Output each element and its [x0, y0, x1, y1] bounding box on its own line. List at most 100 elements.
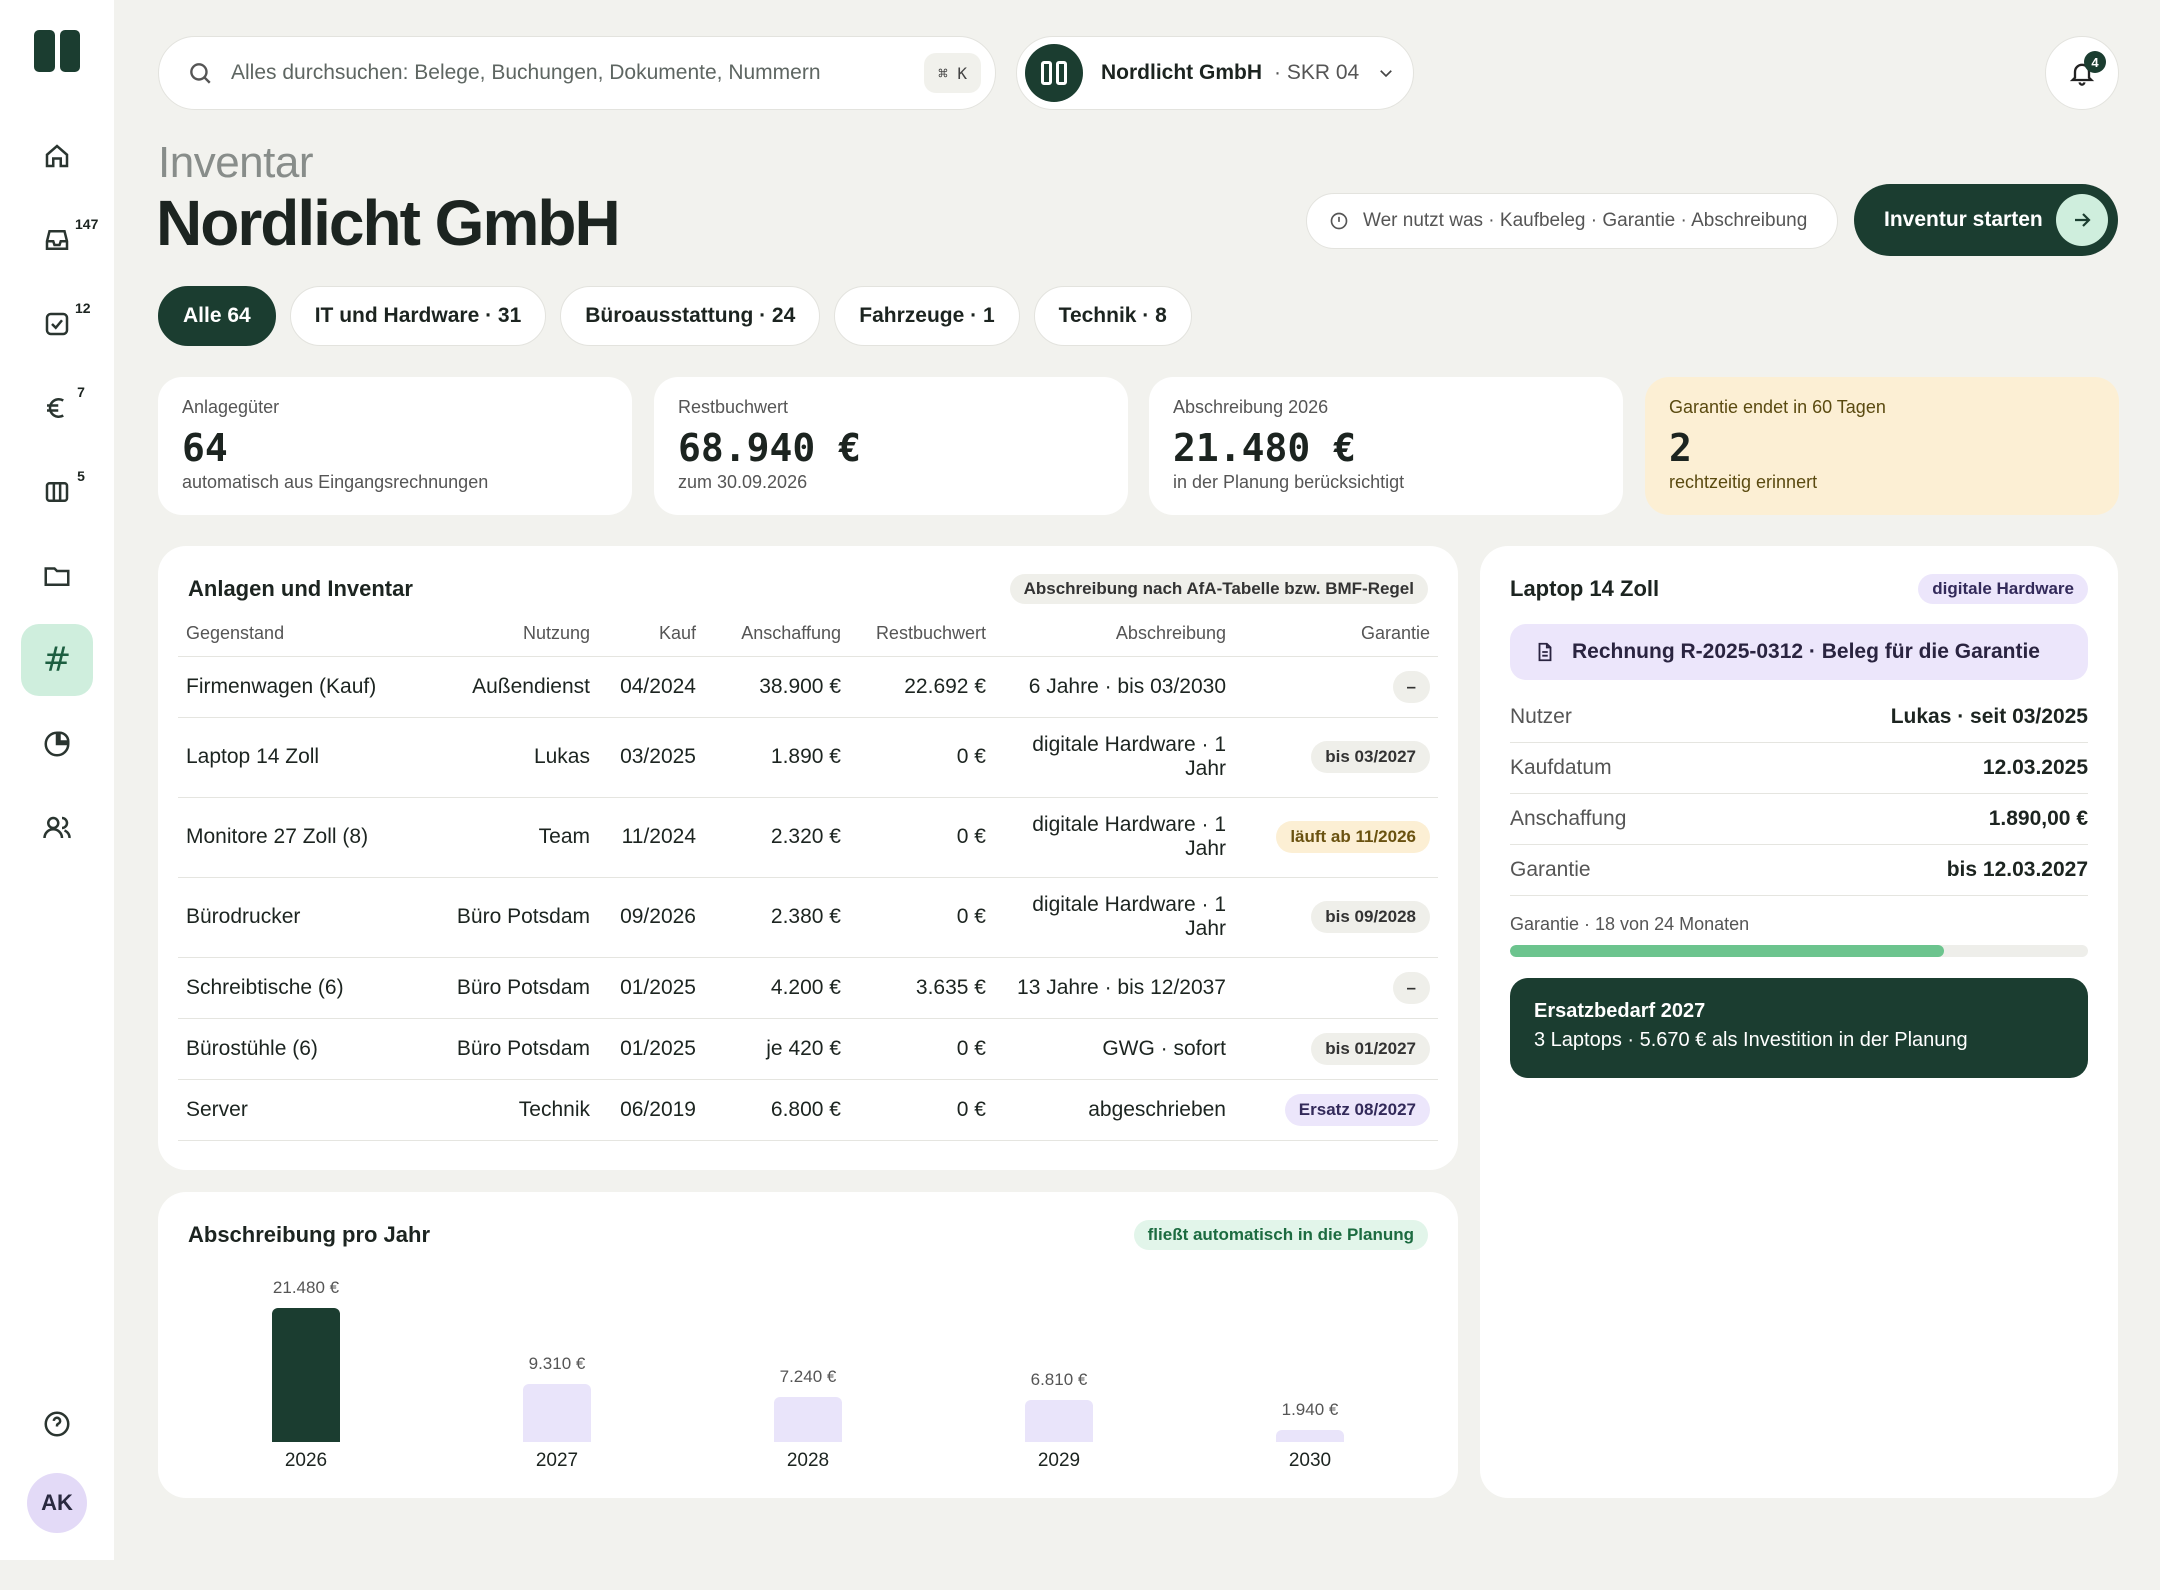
warranty-tag: – — [1392, 670, 1430, 703]
kpi-warranty[interactable]: Garantie endet in 60 Tagen 2 rechtzeitig… — [1645, 377, 2119, 515]
bar-2030[interactable] — [1276, 1430, 1344, 1442]
cell-bought: 01/2025 — [598, 1018, 704, 1080]
invoice-link[interactable]: Rechnung R-2025-0312 · Beleg für die Gar… — [1510, 624, 2088, 680]
table-row[interactable]: Firmenwagen (Kauf) Außendienst 04/2024 3… — [178, 656, 1438, 718]
col-cost[interactable]: Anschaffung — [704, 612, 849, 657]
category-badge: digitale Hardware — [1918, 574, 2088, 604]
filter-all[interactable]: Alle 64 — [158, 286, 276, 346]
bar-2026[interactable] — [272, 1308, 340, 1442]
detail-key: Nutzer — [1510, 705, 1572, 728]
col-item[interactable]: Gegenstand — [178, 612, 438, 657]
replacement-need-card[interactable]: Ersatzbedarf 2027 3 Laptops · 5.670 € al… — [1510, 978, 2088, 1078]
kpi-book-value: Restbuchwert 68.940 € zum 30.09.2026 — [654, 377, 1128, 515]
sidebar-item-inbox[interactable]: 147 — [21, 204, 105, 276]
cell-usage: Technik — [438, 1079, 598, 1141]
assets-title: Anlagen und Inventar — [188, 576, 413, 601]
bar-value-label: 9.310 € — [528, 1354, 586, 1373]
filter-technology[interactable]: Technik · 8 — [1033, 286, 1192, 346]
bar-2028[interactable] — [774, 1397, 842, 1442]
cell-item: Laptop 14 Zoll — [178, 717, 438, 798]
company-switcher[interactable]: Nordlicht GmbH · SKR 04 — [1016, 36, 1414, 110]
planning-badge: fließt automatisch in die Planung — [1133, 1220, 1428, 1250]
cell-book-value: 22.692 € — [849, 656, 994, 718]
replacement-text: 3 Laptops · 5.670 € als Investition in d… — [1534, 1029, 1968, 1051]
kpi-label: Anlagegüter — [182, 397, 280, 417]
cell-usage: Außendienst — [438, 656, 598, 718]
sidebar-item-reports[interactable] — [21, 708, 93, 780]
cell-depreciation: digitale Hardware · 1 Jahr — [994, 877, 1234, 958]
invoice-link-label: Rechnung R-2025-0312 · Beleg für die Gar… — [1572, 640, 2040, 663]
cell-warranty: bis 09/2028 — [1234, 877, 1438, 958]
col-depreciation[interactable]: Abschreibung — [994, 612, 1234, 657]
kpi-value: 2 — [1669, 426, 1692, 470]
cell-usage: Büro Potsdam — [438, 957, 598, 1019]
table-row[interactable]: Schreibtische (6) Büro Potsdam 01/2025 4… — [178, 957, 1438, 1019]
table-row[interactable]: Laptop 14 Zoll Lukas 03/2025 1.890 € 0 €… — [178, 717, 1438, 798]
cell-book-value: 0 € — [849, 1079, 994, 1141]
sidebar-item-payments[interactable]: 7 — [21, 372, 93, 444]
notifications-button[interactable]: 4 — [2045, 36, 2119, 110]
cell-bought: 06/2019 — [598, 1079, 704, 1141]
detail-value: 1.890,00 € — [1988, 807, 2088, 830]
info-icon — [1330, 212, 1348, 230]
notification-count: 4 — [2084, 51, 2106, 73]
euro-icon — [47, 398, 64, 418]
cell-book-value: 3.635 € — [849, 957, 994, 1019]
search-input[interactable]: Alles durchsuchen: Belege, Buchungen, Do… — [158, 36, 996, 110]
cell-bought: 11/2024 — [598, 797, 704, 878]
cell-usage: Team — [438, 797, 598, 878]
sidebar-item-contacts[interactable] — [21, 792, 93, 864]
tasks-badge: 12 — [69, 296, 97, 320]
bar-2027[interactable] — [523, 1384, 591, 1442]
detail-row-cost: Anschaffung 1.890,00 € — [1510, 794, 2088, 845]
avatar[interactable]: AK — [27, 1473, 87, 1533]
sidebar-item-home[interactable] — [21, 120, 93, 192]
bar-value-label: 21.480 € — [272, 1278, 340, 1297]
warranty-tag: bis 03/2027 — [1311, 741, 1430, 773]
detail-value: Lukas · seit 03/2025 — [1890, 705, 2088, 728]
info-hint-text: Wer nutzt was · Kaufbeleg · Garantie · A… — [1363, 210, 1808, 231]
chart-of-accounts: · SKR 04 — [1274, 61, 1360, 84]
table-row[interactable]: Server Technik 06/2019 6.800 € 0 € abges… — [178, 1079, 1438, 1141]
sidebar-item-documents[interactable] — [21, 540, 93, 612]
kpi-sub: automatisch aus Eingangsrechnungen — [182, 472, 489, 492]
bar-2029[interactable] — [1025, 1400, 1093, 1442]
kpi-label: Garantie endet in 60 Tagen — [1669, 397, 1886, 417]
cell-book-value: 0 € — [849, 717, 994, 798]
warranty-progress-fill — [1510, 945, 1944, 957]
help-icon — [44, 1411, 70, 1437]
cell-warranty: – — [1234, 656, 1438, 718]
filter-vehicles[interactable]: Fahrzeuge · 1 — [834, 286, 1020, 346]
bar-category-label: 2029 — [1037, 1450, 1081, 1471]
document-icon — [1538, 642, 1552, 662]
sidebar-item-board[interactable]: 5 — [21, 456, 93, 528]
cell-depreciation: 6 Jahre · bis 03/2030 — [994, 656, 1234, 718]
detail-title: Laptop 14 Zoll — [1510, 576, 1660, 601]
home-icon — [45, 144, 69, 168]
depreciation-rule-badge: Abschreibung nach AfA-Tabelle bzw. BMF-R… — [1009, 574, 1428, 604]
filter-office-equipment[interactable]: Büroausstattung · 24 — [560, 286, 821, 346]
col-warranty[interactable]: Garantie — [1234, 612, 1438, 657]
help-button[interactable] — [21, 1388, 93, 1460]
kpi-label: Restbuchwert — [678, 397, 789, 417]
start-inventory-button[interactable]: Inventur starten — [1854, 184, 2118, 256]
filter-it-hardware[interactable]: IT und Hardware · 31 — [289, 286, 547, 346]
kpi-assets: Anlagegüter 64 automatisch aus Eingangsr… — [158, 377, 632, 515]
table-row[interactable]: Monitore 27 Zoll (8) Team 11/2024 2.320 … — [178, 797, 1438, 878]
bar-value-label: 1.940 € — [1281, 1400, 1339, 1419]
table-row[interactable]: Bürostühle (6) Büro Potsdam 01/2025 je 4… — [178, 1018, 1438, 1080]
bar-category-label: 2030 — [1288, 1450, 1332, 1471]
table-row[interactable]: Bürodrucker Büro Potsdam 09/2026 2.380 €… — [178, 877, 1438, 958]
col-bought[interactable]: Kauf — [598, 612, 704, 657]
company-logo — [1025, 44, 1083, 102]
inbox-badge: 147 — [69, 212, 105, 236]
sidebar-item-inventory[interactable]: # — [21, 624, 93, 696]
payments-badge: 7 — [69, 380, 93, 404]
board-badge: 5 — [69, 464, 93, 488]
info-hint[interactable]: Wer nutzt was · Kaufbeleg · Garantie · A… — [1306, 193, 1838, 249]
app-logo[interactable] — [34, 30, 80, 72]
sidebar-item-tasks[interactable]: 12 — [21, 288, 97, 360]
col-book-value[interactable]: Restbuchwert — [849, 612, 994, 657]
folder-icon — [44, 567, 70, 586]
col-usage[interactable]: Nutzung — [438, 612, 598, 657]
